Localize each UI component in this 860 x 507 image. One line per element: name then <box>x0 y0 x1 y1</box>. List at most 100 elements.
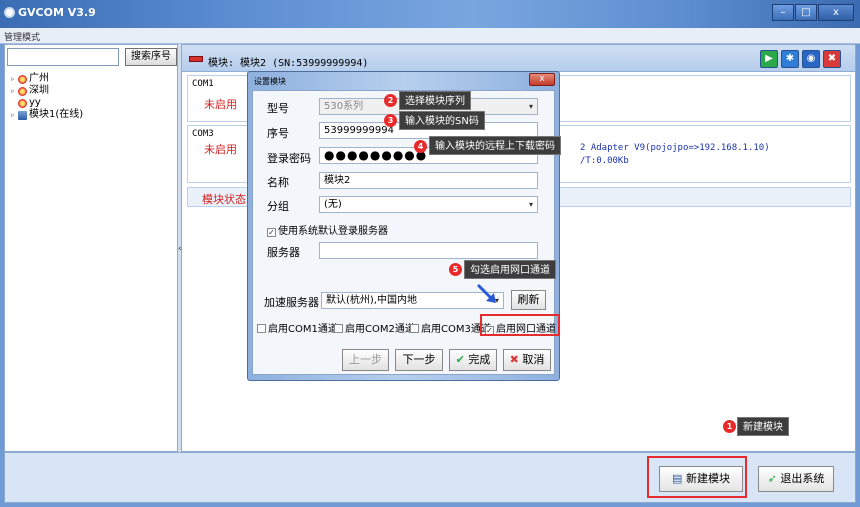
finish-label: 完成 <box>468 353 491 366</box>
expand-icon[interactable]: ▹ <box>11 85 18 97</box>
step-badge-5: 5 <box>449 263 462 276</box>
minimize-button[interactable]: – <box>772 4 794 21</box>
tree-item-label: 模块1(在线) <box>29 109 84 120</box>
delete-icon: ✖ <box>827 53 837 64</box>
globe-button[interactable]: ◉ <box>802 50 820 68</box>
channel-com3-checkbox[interactable] <box>410 324 419 333</box>
menu-bar: 管理模式 <box>0 28 860 44</box>
settings-button[interactable]: ✱ <box>781 50 799 68</box>
dialog-title: 设置模块 <box>254 77 286 86</box>
left-panel: 搜索序号 ▹ 广州 ▹ 深圳 yy ▹ 模块1(在线) <box>4 44 178 452</box>
expand-icon[interactable]: ▹ <box>11 73 18 85</box>
module-icon <box>18 110 27 120</box>
serial-label: 序号 <box>267 127 289 140</box>
play-icon: ▶ <box>765 53 773 64</box>
search-input[interactable] <box>7 48 119 66</box>
default-server-checkbox-row[interactable]: ✓ 使用系统默认登录服务器 <box>267 222 388 237</box>
cancel-button[interactable]: ✖ 取消 <box>503 349 551 371</box>
check-icon: ✔ <box>455 353 465 366</box>
expand-icon[interactable]: ▹ <box>11 109 18 121</box>
channel-com1-row[interactable]: 启用COM1通道 <box>257 320 338 335</box>
channel-com3-row[interactable]: 启用COM3通道 <box>410 320 491 335</box>
server-input[interactable] <box>319 242 538 259</box>
accel-server-label: 加速服务器 <box>264 296 319 309</box>
group-icon <box>18 98 27 108</box>
accel-server-value: 默认(杭州),中国内地 <box>326 295 417 306</box>
next-button[interactable]: 下一步 <box>395 349 443 371</box>
default-server-label: 使用系统默认登录服务器 <box>278 226 388 237</box>
title-bar: GVCOM V3.9 – □ x <box>0 0 860 28</box>
tree-item-yy[interactable]: yy <box>11 97 175 109</box>
globe-icon: ◉ <box>806 53 816 64</box>
channel-com1-checkbox[interactable] <box>257 324 266 333</box>
channel-com1-label: 启用COM1通道 <box>268 324 338 335</box>
delete-button[interactable]: ✖ <box>823 50 841 68</box>
highlight-box-network-channel <box>480 314 560 336</box>
model-value: 530系列 <box>324 101 364 112</box>
server-label: 服务器 <box>267 246 300 259</box>
exit-label: 退出系统 <box>780 472 825 485</box>
menu-item-admin-mode[interactable]: 管理模式 <box>4 30 40 43</box>
com3-info-line: /T:0.00Kb <box>580 156 629 166</box>
password-mask: ●●●●●●●●● <box>324 148 428 162</box>
step-badge-4: 4 <box>414 140 427 153</box>
tree-item-shenzhen[interactable]: ▹ 深圳 <box>11 85 175 97</box>
search-serial-button[interactable]: 搜索序号 <box>125 48 177 66</box>
com1-title: COM1 <box>192 79 214 89</box>
com3-adapter-info: 2 Adapter V9(pojojpo=>192.168.1.10) /T:0… <box>580 142 770 168</box>
dialog-close-button[interactable]: x <box>529 73 555 86</box>
tree-item-module1[interactable]: ▹ 模块1(在线) <box>11 109 175 121</box>
cancel-label: 取消 <box>522 353 545 366</box>
highlight-box-new-module <box>647 456 747 498</box>
step-badge-2: 2 <box>384 94 397 107</box>
refresh-button[interactable]: 刷新 <box>511 290 546 310</box>
default-server-checkbox[interactable]: ✓ <box>267 228 276 237</box>
group-label: 分组 <box>267 200 289 213</box>
chevron-down-icon: ▾ <box>528 200 533 209</box>
tree-item-label: yy <box>29 97 41 108</box>
tree-item-label: 广州 <box>29 73 49 84</box>
name-input[interactable]: 模块2 <box>319 172 538 189</box>
model-label: 型号 <box>267 102 289 115</box>
tree-item-label: 深圳 <box>29 85 49 96</box>
name-label: 名称 <box>267 176 289 189</box>
callout-select-series: 选择模块序列 <box>399 91 471 110</box>
callout-enable-network: 勾选启用网口通道 <box>464 260 556 279</box>
gear-icon: ✱ <box>785 53 795 64</box>
app-logo-icon <box>4 7 15 18</box>
step-badge-3: 3 <box>384 114 397 127</box>
group-select[interactable]: (无) ▾ <box>319 196 538 213</box>
close-button[interactable]: x <box>818 4 854 21</box>
maximize-button[interactable]: □ <box>795 4 817 21</box>
com3-info-line: 2 Adapter V9(pojojpo=>192.168.1.10) <box>580 143 770 153</box>
callout-new-module: 新建模块 <box>737 417 789 436</box>
password-label: 登录密码 <box>267 152 311 165</box>
module-icon <box>189 56 203 62</box>
com3-status: 未启用 <box>204 143 237 156</box>
cancel-icon: ✖ <box>509 353 519 366</box>
exit-button[interactable]: ➶ 退出系统 <box>758 466 834 492</box>
com3-title: COM3 <box>192 129 214 139</box>
group-icon <box>18 74 27 84</box>
device-tree: ▹ 广州 ▹ 深圳 yy ▹ 模块1(在线) <box>11 73 175 121</box>
chevron-down-icon: ▾ <box>528 102 533 111</box>
callout-enter-password: 输入模块的远程上下载密码 <box>429 136 561 155</box>
app-title: GVCOM V3.9 <box>18 6 96 19</box>
module-title: 模块: 模块2 (SN:53999999994) <box>208 58 369 69</box>
step-badge-1: 1 <box>723 420 736 433</box>
channel-com2-checkbox[interactable] <box>334 324 343 333</box>
finish-button[interactable]: ✔ 完成 <box>449 349 497 371</box>
play-button[interactable]: ▶ <box>760 50 778 68</box>
prev-button[interactable]: 上一步 <box>342 349 389 371</box>
com1-status: 未启用 <box>204 98 237 111</box>
callout-enter-sn: 输入模块的SN码 <box>399 111 485 130</box>
module-status-label: 模块状态: <box>202 193 250 206</box>
exit-icon: ➶ <box>767 472 777 485</box>
window-controls: – □ x <box>771 4 854 21</box>
module-header: 模块: 模块2 (SN:53999999994) ▶ ✱ ◉ ✖ <box>182 45 855 72</box>
pointer-arrow-icon <box>476 283 496 303</box>
group-icon <box>18 86 27 96</box>
group-value: (无) <box>324 199 342 210</box>
channel-com2-row[interactable]: 启用COM2通道 <box>334 320 415 335</box>
tree-item-guangzhou[interactable]: ▹ 广州 <box>11 73 175 85</box>
